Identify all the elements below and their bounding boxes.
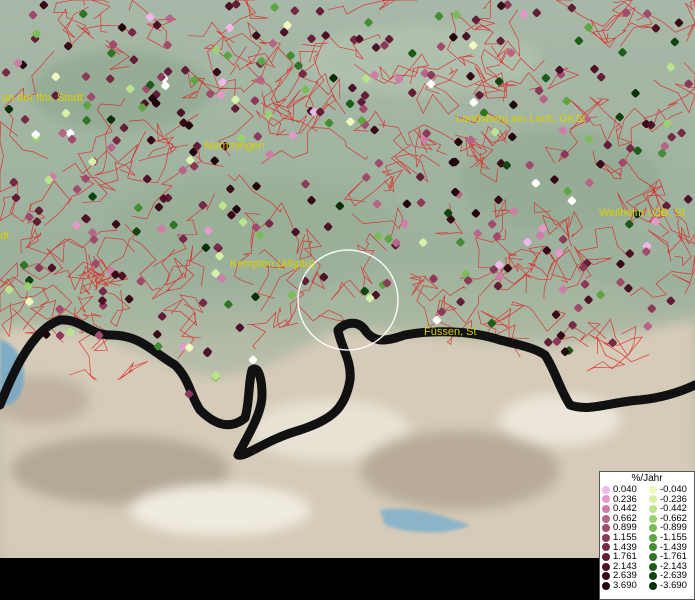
legend-swatch (649, 514, 657, 523)
city-label-memmingen: Memmingen (204, 140, 265, 152)
legend-swatch (649, 543, 657, 552)
legend-swatch (602, 533, 610, 542)
legend-swatch (649, 581, 657, 590)
legend-swatch (602, 485, 610, 494)
city-label-weilheim: Weilheim i.OB, St (599, 207, 685, 219)
legend-swatch (602, 572, 610, 581)
legend-swatch (649, 495, 657, 504)
legend-swatch (602, 495, 610, 504)
legend-entry-positive: 3.690 (600, 581, 647, 591)
legend-swatch (602, 581, 610, 590)
city-label-an-der-ilm: an der Ilm, Stadt (2, 92, 83, 104)
legend-swatch (602, 524, 610, 533)
city-label-landsberg: Landsberg am Lech, GKSt (456, 113, 586, 125)
legend-swatch (649, 533, 657, 542)
legend-swatch (649, 562, 657, 571)
legend-swatch (649, 524, 657, 533)
legend-swatch (602, 514, 610, 523)
legend-swatch (649, 572, 657, 581)
legend-swatch (602, 543, 610, 552)
city-label-kempten: Kempten (Allgäu) (230, 258, 315, 270)
legend-swatch (649, 552, 657, 561)
legend-swatch (649, 504, 657, 513)
city-label-dt: dt (0, 230, 9, 242)
legend-entry-negative: -3.690 (647, 581, 694, 591)
map-canvas[interactable]: an der Ilm, Stadt Memmingen Landsberg am… (0, 0, 695, 600)
city-label-fuessen: Füssen, St (424, 326, 477, 338)
legend: %/Jahr 0.040 -0.040 0.236 -0.236 0.442 -0.442… (599, 471, 695, 600)
legend-value: 3.690 (613, 579, 637, 591)
legend-swatch (649, 485, 657, 494)
legend-row: 3.690 -3.690 (600, 581, 694, 591)
legend-value: -3.690 (660, 579, 687, 591)
legend-swatch (602, 552, 610, 561)
bottom-black-bar (0, 558, 600, 600)
legend-swatch (602, 504, 610, 513)
legend-swatch (602, 562, 610, 571)
legend-rows: 0.040 -0.040 0.236 -0.236 0.442 -0.442 0.662 -0… (600, 485, 694, 591)
